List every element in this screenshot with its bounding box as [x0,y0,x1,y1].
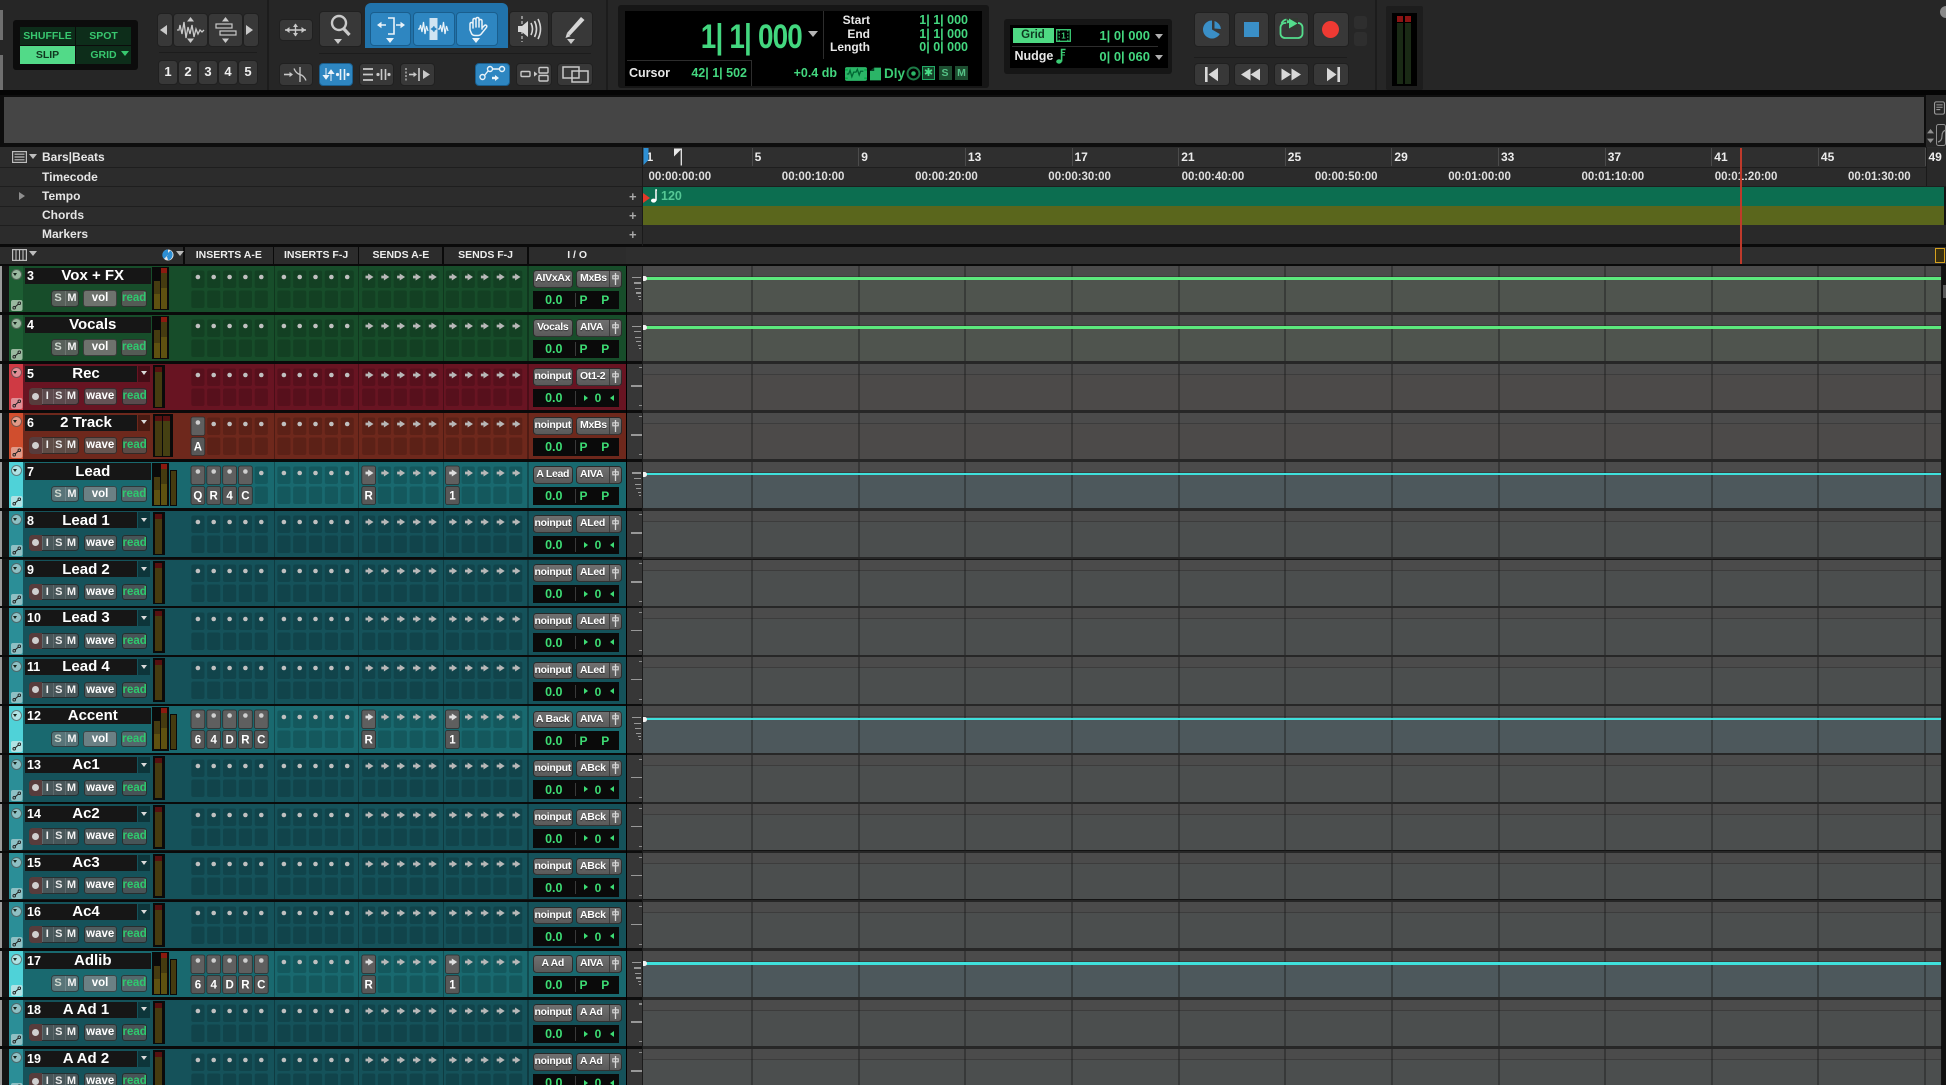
svg-text:1: 1 [1061,32,1066,41]
svg-text:C: C [257,735,265,747]
svg-text:Q: Q [193,490,202,502]
svg-text:A: A [194,441,202,453]
svg-text:1: 1 [449,735,456,747]
svg-text:6: 6 [195,735,201,747]
svg-text:R: R [365,490,374,502]
svg-text:4: 4 [210,979,217,991]
svg-text:R: R [241,979,250,991]
svg-text:4: 4 [226,490,233,502]
svg-text:D: D [225,979,233,991]
svg-text:R: R [210,490,219,502]
svg-text:C: C [257,979,265,991]
svg-text:4: 4 [210,735,217,747]
svg-text:6: 6 [195,979,201,991]
svg-text:1: 1 [449,979,456,991]
svg-text:1: 1 [449,490,456,502]
svg-text:R: R [241,735,250,747]
svg-text:C: C [241,490,249,502]
svg-text:R: R [365,735,374,747]
svg-text:D: D [225,735,233,747]
svg-text:R: R [365,979,374,991]
